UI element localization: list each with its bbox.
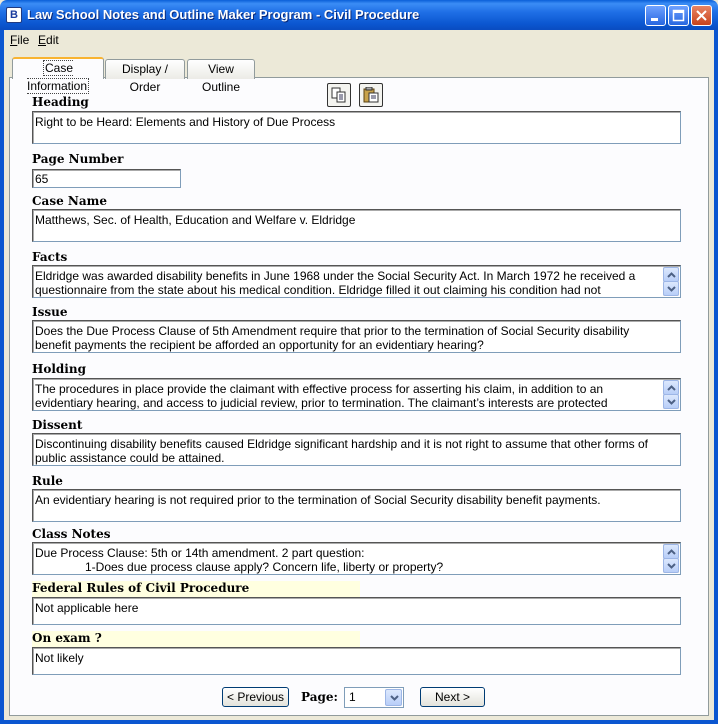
holding-label: Holding xyxy=(32,362,86,376)
tab-case-information[interactable]: Case Information xyxy=(12,57,104,94)
minimize-icon xyxy=(651,18,658,21)
facts-field[interactable]: Eldridge was awarded disability benefits… xyxy=(32,265,681,298)
dissent-label: Dissent xyxy=(32,418,83,432)
holding-field[interactable]: The procedures in place provide the clai… xyxy=(32,378,681,411)
on-exam-field[interactable]: Not likely xyxy=(32,647,681,675)
scroll-down-button[interactable] xyxy=(663,281,679,296)
close-button[interactable] xyxy=(691,5,712,26)
issue-line: Does the Due Process Clause of 5th Amend… xyxy=(35,324,630,338)
page-number-label: Page Number xyxy=(32,152,124,166)
chevron-down-icon xyxy=(667,286,676,292)
facts-line: questionnaire from the state about his m… xyxy=(35,283,601,297)
chevron-down-icon xyxy=(667,399,676,405)
page-number-value: 65 xyxy=(35,172,49,186)
facts-label: Facts xyxy=(32,250,68,264)
page-select[interactable]: 1 xyxy=(344,687,404,708)
on-exam-value: Not likely xyxy=(35,651,84,665)
facts-scrollbar[interactable] xyxy=(663,267,679,296)
copy-icon xyxy=(331,87,346,103)
issue-line: benefit payments the recipient be afford… xyxy=(35,338,484,352)
maximize-icon xyxy=(672,9,685,22)
app-icon: B xyxy=(6,7,22,23)
page-select-value: 1 xyxy=(349,690,356,704)
title-bar: B Law School Notes and Outline Maker Pro… xyxy=(0,0,718,30)
page-dropdown-button[interactable] xyxy=(385,689,402,706)
window-frame-left xyxy=(0,30,4,724)
holding-line: The procedures in place provide the clai… xyxy=(35,382,604,396)
scroll-up-button[interactable] xyxy=(663,544,679,559)
rule-field[interactable]: An evidentiary hearing is not required p… xyxy=(32,489,681,522)
rule-value: An evidentiary hearing is not required p… xyxy=(35,493,601,507)
tab-label: Case Information xyxy=(26,60,90,94)
issue-label: Issue xyxy=(32,305,68,319)
window-frame-bottom xyxy=(0,720,718,724)
paste-icon xyxy=(363,87,379,103)
issue-field[interactable]: Does the Due Process Clause of 5th Amend… xyxy=(32,320,681,353)
tab-display-order[interactable]: Display / Order xyxy=(105,59,185,94)
maximize-button[interactable] xyxy=(668,5,689,26)
dissent-line: public assistance could be attained. xyxy=(35,451,225,465)
holding-scrollbar[interactable] xyxy=(663,380,679,409)
heading-field[interactable]: Right to be Heard: Elements and History … xyxy=(32,111,681,144)
copy-button[interactable] xyxy=(327,83,351,107)
page-label: Page: xyxy=(301,690,338,704)
scroll-down-button[interactable] xyxy=(663,394,679,409)
close-icon xyxy=(696,10,707,21)
case-name-label: Case Name xyxy=(32,194,107,208)
minimize-button[interactable] xyxy=(645,5,666,26)
class-notes-scrollbar[interactable] xyxy=(663,544,679,573)
holding-line: evidentiary hearing, and access to judic… xyxy=(35,396,608,410)
scroll-up-button[interactable] xyxy=(663,380,679,395)
class-notes-line: 1-Does due process clause apply? Concern… xyxy=(85,560,444,574)
scroll-up-button[interactable] xyxy=(663,267,679,282)
window-title: Law School Notes and Outline Maker Progr… xyxy=(27,7,420,22)
on-exam-label: On exam ? xyxy=(32,631,360,647)
chevron-down-icon xyxy=(667,563,676,569)
heading-label: Heading xyxy=(32,95,89,109)
dissent-line: Discontinuing disability benefits caused… xyxy=(35,437,648,451)
dissent-field[interactable]: Discontinuing disability benefits caused… xyxy=(32,433,681,466)
class-notes-label: Class Notes xyxy=(32,527,111,541)
facts-line: Eldridge was awarded disability benefits… xyxy=(35,269,636,283)
class-notes-field[interactable]: Due Process Clause: 5th or 14th amendmen… xyxy=(32,542,681,575)
case-name-field[interactable]: Matthews, Sec. of Health, Education and … xyxy=(32,209,681,242)
rule-label: Rule xyxy=(32,474,63,488)
frcp-field[interactable]: Not applicable here xyxy=(32,597,681,625)
paste-button[interactable] xyxy=(359,83,383,107)
heading-value: Right to be Heard: Elements and History … xyxy=(35,115,336,129)
case-name-value: Matthews, Sec. of Health, Education and … xyxy=(35,213,356,227)
menu-edit[interactable]: Edit xyxy=(38,33,59,47)
page-number-field[interactable]: 65 xyxy=(32,169,181,188)
frcp-label: Federal Rules of Civil Procedure xyxy=(32,581,360,597)
chevron-down-icon xyxy=(390,695,399,701)
window-frame-right xyxy=(714,30,718,724)
chevron-up-icon xyxy=(667,549,676,555)
previous-button[interactable]: < Previous xyxy=(222,687,289,707)
tab-view-outline[interactable]: View Outline xyxy=(187,59,255,94)
frcp-value: Not applicable here xyxy=(35,601,139,615)
class-notes-line: Due Process Clause: 5th or 14th amendmen… xyxy=(35,546,365,560)
menu-file[interactable]: File xyxy=(10,33,29,47)
menu-bar: File Edit xyxy=(4,30,714,50)
chevron-up-icon xyxy=(667,272,676,278)
next-button[interactable]: Next > xyxy=(420,687,485,707)
scroll-down-button[interactable] xyxy=(663,558,679,573)
chevron-up-icon xyxy=(667,385,676,391)
